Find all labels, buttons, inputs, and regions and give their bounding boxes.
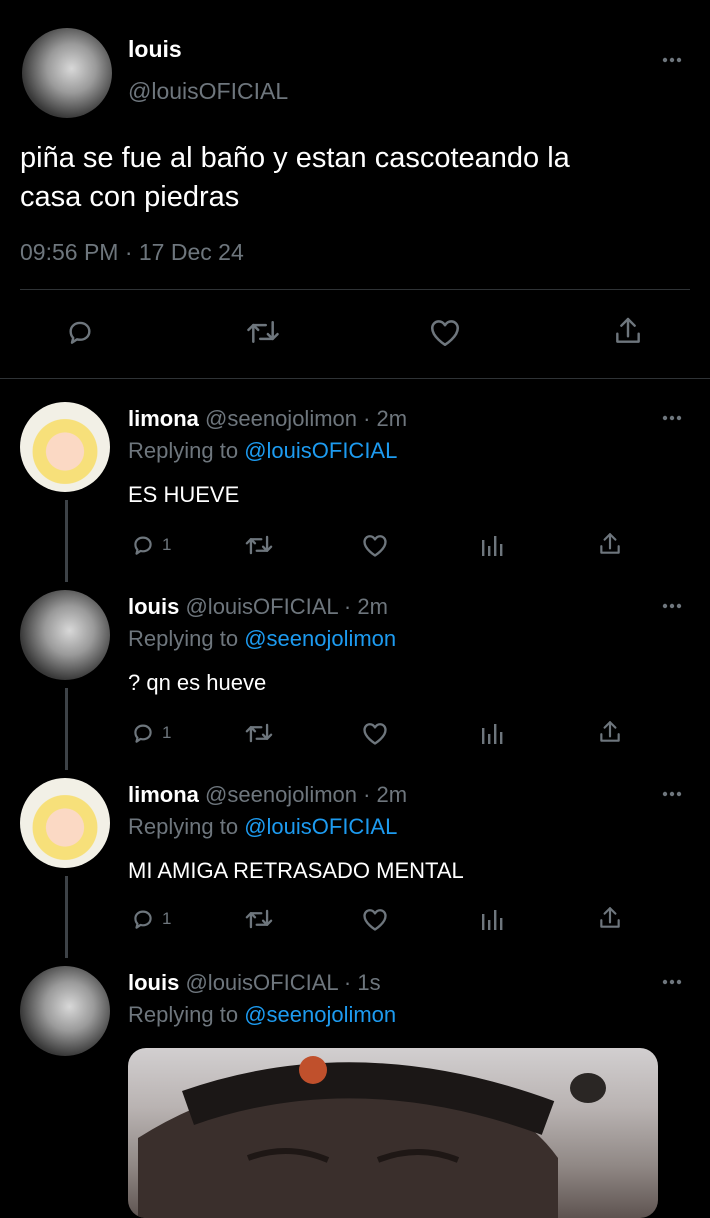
- mention-link[interactable]: @louisOFICIAL: [244, 438, 397, 463]
- reply-count: 1: [162, 909, 172, 928]
- reply-header: louis @louisOFICIAL · 2m: [128, 594, 388, 620]
- reply-count: 1: [162, 535, 172, 554]
- reply-text: ES HUEVE: [128, 482, 240, 507]
- share-icon[interactable]: [597, 718, 623, 746]
- like-icon[interactable]: [361, 720, 389, 746]
- divider: [0, 378, 710, 379]
- retweet-icon[interactable]: [244, 532, 274, 558]
- retweet-icon[interactable]: [244, 720, 274, 746]
- replying-to-prefix: Replying to: [128, 626, 245, 651]
- replying-to: Replying to @louisOFICIAL: [128, 438, 397, 464]
- mention-link[interactable]: @louisOFICIAL: [244, 814, 397, 839]
- more-icon[interactable]: [662, 791, 682, 797]
- thread-line: [65, 876, 68, 958]
- author-meta[interactable]: @seenojolimon · 2m: [205, 782, 407, 807]
- avatar[interactable]: [20, 402, 110, 492]
- reply-icon[interactable]: [130, 532, 156, 558]
- analytics-icon[interactable]: [480, 906, 504, 932]
- author-name[interactable]: louis: [128, 970, 179, 995]
- like-icon[interactable]: [428, 316, 462, 348]
- author-meta[interactable]: @louisOFICIAL · 1s: [185, 970, 380, 995]
- reply-header: limona @seenojolimon · 2m: [128, 782, 407, 808]
- replying-to-prefix: Replying to: [128, 814, 245, 839]
- analytics-icon[interactable]: [480, 720, 504, 746]
- retweet-icon[interactable]: [244, 906, 274, 932]
- analytics-icon[interactable]: [480, 532, 504, 558]
- tweet-text-line-1: piña se fue al baño y estan cascoteando …: [20, 142, 570, 174]
- reply-text: MI AMIGA RETRASADO MENTAL: [128, 858, 464, 883]
- thread-line: [65, 500, 68, 582]
- tweet-timestamp[interactable]: 09:56 PM · 17 Dec 24: [20, 239, 244, 266]
- avatar[interactable]: [20, 966, 110, 1056]
- author-meta[interactable]: @louisOFICIAL · 2m: [185, 594, 387, 619]
- more-icon[interactable]: [662, 57, 682, 63]
- replying-to: Replying to @seenojolimon: [128, 1002, 396, 1028]
- photo-content: [138, 1056, 606, 1218]
- author-handle[interactable]: @louisOFICIAL: [128, 78, 288, 105]
- more-icon[interactable]: [662, 415, 682, 421]
- mention-link[interactable]: @seenojolimon: [244, 626, 396, 651]
- author-name[interactable]: limona: [128, 782, 199, 807]
- reply-header: louis @louisOFICIAL · 1s: [128, 970, 381, 996]
- like-icon[interactable]: [361, 906, 389, 932]
- mention-link[interactable]: @seenojolimon: [244, 1002, 396, 1027]
- replying-to: Replying to @louisOFICIAL: [128, 814, 397, 840]
- avatar[interactable]: [22, 28, 112, 118]
- reply-icon[interactable]: [130, 720, 156, 746]
- like-icon[interactable]: [361, 532, 389, 558]
- thread-line: [65, 688, 68, 770]
- tweet-text-line-2: casa con piedras: [20, 181, 240, 213]
- author-name[interactable]: limona: [128, 406, 199, 431]
- more-icon[interactable]: [662, 979, 682, 985]
- replying-to-prefix: Replying to: [128, 438, 245, 463]
- author-meta[interactable]: @seenojolimon · 2m: [205, 406, 407, 431]
- share-icon[interactable]: [597, 904, 623, 932]
- divider: [20, 289, 690, 290]
- share-icon[interactable]: [597, 530, 623, 558]
- replying-to-prefix: Replying to: [128, 1002, 245, 1027]
- avatar[interactable]: [20, 590, 110, 680]
- reply-text: ? qn es hueve: [128, 670, 267, 695]
- author-name[interactable]: louis: [128, 36, 182, 63]
- replying-to: Replying to @seenojolimon: [128, 626, 396, 652]
- reply-count: 1: [162, 723, 172, 742]
- author-name[interactable]: louis: [128, 594, 179, 619]
- attached-photo[interactable]: [128, 1048, 658, 1218]
- share-icon[interactable]: [612, 314, 644, 348]
- more-icon[interactable]: [662, 603, 682, 609]
- reply-icon[interactable]: [130, 906, 156, 932]
- retweet-icon[interactable]: [245, 316, 281, 348]
- reply-icon[interactable]: [64, 316, 96, 348]
- reply-header: limona @seenojolimon · 2m: [128, 406, 407, 432]
- avatar[interactable]: [20, 778, 110, 868]
